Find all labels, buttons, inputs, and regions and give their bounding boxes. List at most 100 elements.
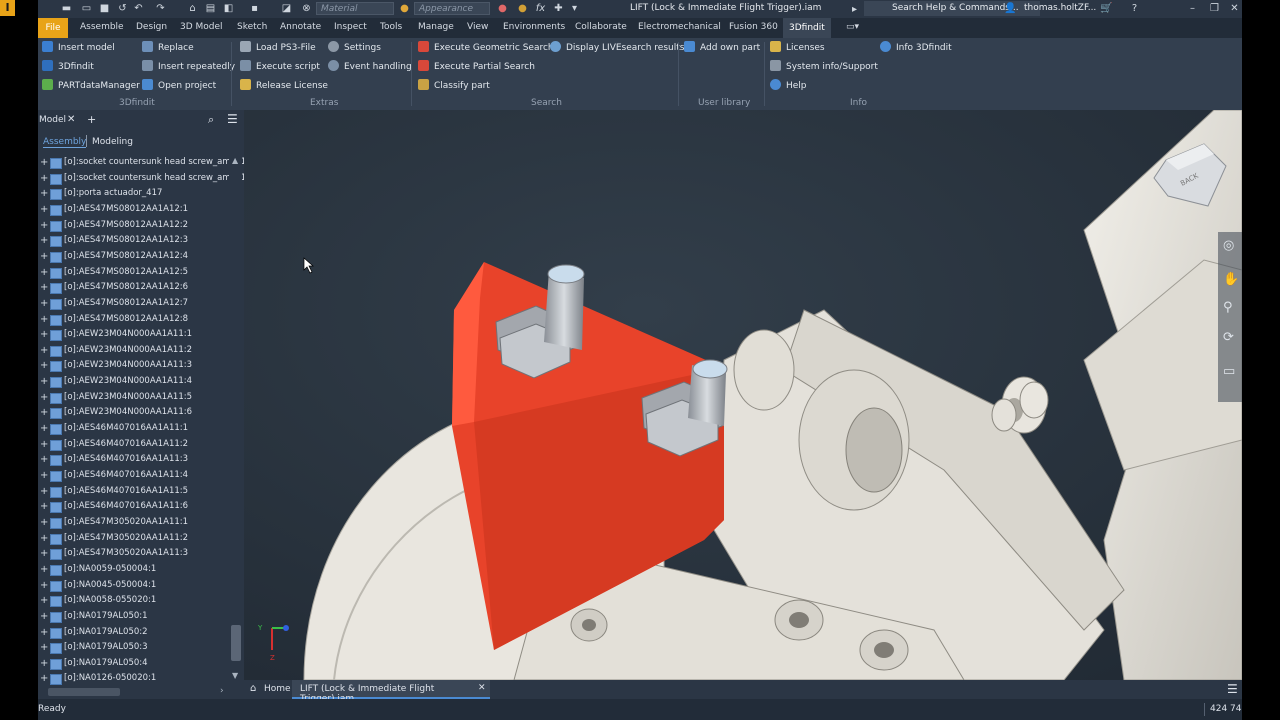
expand-icon[interactable]: + [40,484,48,499]
tab-sketch[interactable]: Sketch [237,22,267,32]
new-icon[interactable]: ▬ [60,2,73,15]
licenses-button[interactable]: Licenses [770,40,825,56]
pan-icon[interactable]: ✋ [1223,272,1239,287]
expand-icon[interactable]: + [40,468,48,483]
tree-item[interactable]: + [o]:AES46M407016AA1A11:1 [38,421,238,436]
expand-icon[interactable]: + [40,531,48,546]
execute-geometric-search-button[interactable]: Execute Geometric Search [418,40,554,56]
cart-icon[interactable]: 🛒 [1100,2,1113,15]
tree-item[interactable]: + [o]:NA0045-050004:1 [38,578,238,593]
expand-icon[interactable]: + [40,312,48,327]
tree-item[interactable]: + [o]:AES46M407016AA1A11:6 [38,499,238,514]
doc-tabs-menu-icon[interactable]: ☰ [1227,682,1238,696]
tree-item[interactable]: + [o]:NA0179AL050:2 [38,625,238,640]
customize-dropdown-icon[interactable]: ▾ [568,2,581,15]
look-at-icon[interactable]: ▭ [1223,364,1235,379]
scroll-thumb[interactable] [231,625,241,661]
clear-override-icon[interactable]: ● [516,2,529,15]
expand-icon[interactable]: + [40,499,48,514]
tree-item[interactable]: + [o]:AEW23M04N000AA1A11:5 [38,390,238,405]
expand-icon[interactable]: + [40,265,48,280]
close-window-icon[interactable]: ✕ [1228,2,1241,15]
expand-icon[interactable]: + [40,327,48,342]
tree-item[interactable]: + [o]:AES47MS08012AA1A12:5 [38,265,238,280]
expand-icon[interactable]: + [40,374,48,389]
tree-item[interactable]: + [o]:NA0179AL050:1 [38,609,238,624]
parameters-icon[interactable]: fx [534,2,547,15]
scroll-up-icon[interactable]: ▲ [232,156,238,165]
tab-fusion-360[interactable]: Fusion 360 [729,22,778,32]
tab-design[interactable]: Design [136,22,167,32]
tree-item[interactable]: + [o]:AES47MS08012AA1A12:6 [38,280,238,295]
tab-inspect[interactable]: Inspect [334,22,367,32]
tree-item[interactable]: + [o]:AES47MS08012AA1A12:7 [38,296,238,311]
replace-button[interactable]: Replace [142,40,194,56]
system-info-support-button[interactable]: System info/Support [770,59,878,75]
document-tab[interactable]: LIFT (Lock & Immediate Flight Trigger).i… [292,680,490,704]
close-browser-icon[interactable]: ✕ [67,114,75,125]
orbit-icon[interactable]: ⟳ [1223,330,1234,345]
expand-icon[interactable]: + [40,656,48,671]
open-project-button[interactable]: Open project [142,78,216,94]
tab-electromechanical[interactable]: Electromechanical [638,22,721,32]
expand-icon[interactable]: + [40,358,48,373]
tree-item[interactable]: + [o]:AES46M407016AA1A11:2 [38,437,238,452]
subtab-modeling[interactable]: Modeling [92,137,133,147]
properties-icon[interactable]: ◪ [280,2,293,15]
expand-icon[interactable]: + [40,280,48,295]
expand-icon[interactable]: + [40,249,48,264]
hscroll-right-icon[interactable]: › [220,686,224,696]
partdatamanager-button[interactable]: PARTdataManager [42,78,140,94]
tree-item[interactable]: + [o]:AES47MS08012AA1A12:4 [38,249,238,264]
insert-repeatedly-button[interactable]: Insert repeatedly [142,59,235,75]
expand-icon[interactable]: + [40,296,48,311]
graphics-viewport[interactable]: BACK Y Z ◎ ✋ ⚲ ⟳ ▭ [244,110,1242,680]
tree-item[interactable]: + [o]:NA0126-050020:1 [38,671,238,685]
search-arrow-icon[interactable]: ▸ [848,3,861,16]
tab-environments[interactable]: Environments [503,22,565,32]
expand-icon[interactable]: + [40,452,48,467]
expand-icon[interactable]: + [40,186,48,201]
tree-item[interactable]: + [o]:AEW23M04N000AA1A11:1 [38,327,238,342]
load-ps3-file-button[interactable]: Load PS3-File [240,40,316,56]
tree-item[interactable]: + [o]:AES47MS08012AA1A12:1 [38,202,238,217]
tree-item[interactable]: + [o]:AEW23M04N000AA1A11:6 [38,405,238,420]
expand-icon[interactable]: + [40,578,48,593]
expand-icon[interactable]: + [40,233,48,248]
tree-hscrollbar[interactable]: › [38,685,244,699]
tree-item[interactable]: + [o]:socket countersunk head screw_am_B1… [38,155,244,170]
expand-icon[interactable]: + [40,546,48,561]
expand-icon[interactable]: + [40,609,48,624]
tree-item[interactable]: + [o]:AES47M305020AA1A11:3 [38,546,238,561]
3dfindit-button[interactable]: 3Dfindit [42,59,94,75]
save-icon[interactable]: ■ [98,2,111,15]
expand-icon[interactable]: + [40,343,48,358]
color-override-icon[interactable]: ● [496,2,509,15]
expand-icon[interactable]: + [40,671,48,685]
tree-item[interactable]: + [o]:AES46M407016AA1A11:5 [38,484,238,499]
expand-icon[interactable]: + [40,390,48,405]
expand-icon[interactable]: + [40,515,48,530]
tree-scrollbar[interactable]: ▲ ▼ [229,156,242,681]
info-3dfindit-button[interactable]: Info 3Dfindit [880,40,952,56]
expand-icon[interactable]: + [40,625,48,640]
subtab-assembly[interactable]: Assembly [43,137,87,148]
scroll-down-icon[interactable]: ▼ [232,671,238,680]
close-small-icon[interactable]: ⊗ [300,2,313,15]
tree-item[interactable]: + [o]:AES47MS08012AA1A12:3 [38,233,238,248]
tab-view[interactable]: View [467,22,488,32]
steering-wheel-icon[interactable]: ◎ [1223,238,1234,253]
expand-icon[interactable]: + [40,593,48,608]
browser-menu-icon[interactable]: ☰ [227,112,238,126]
add-own-part-button[interactable]: Add own part [684,40,760,56]
expand-icon[interactable]: + [40,218,48,233]
tree-item[interactable]: + [o]:AES47M305020AA1A11:1 [38,515,238,530]
restore-icon[interactable]: ❐ [1208,2,1221,15]
tab-file[interactable]: File [38,18,68,38]
print-icon[interactable]: ▤ [204,2,217,15]
tree-item[interactable]: + [o]:AEW23M04N000AA1A11:2 [38,343,238,358]
browser-search-icon[interactable]: ⌕ [208,113,214,127]
measure-icon[interactable]: ◧ [222,2,235,15]
expand-icon[interactable]: + [40,562,48,577]
add-browser-icon[interactable]: + [87,113,96,126]
